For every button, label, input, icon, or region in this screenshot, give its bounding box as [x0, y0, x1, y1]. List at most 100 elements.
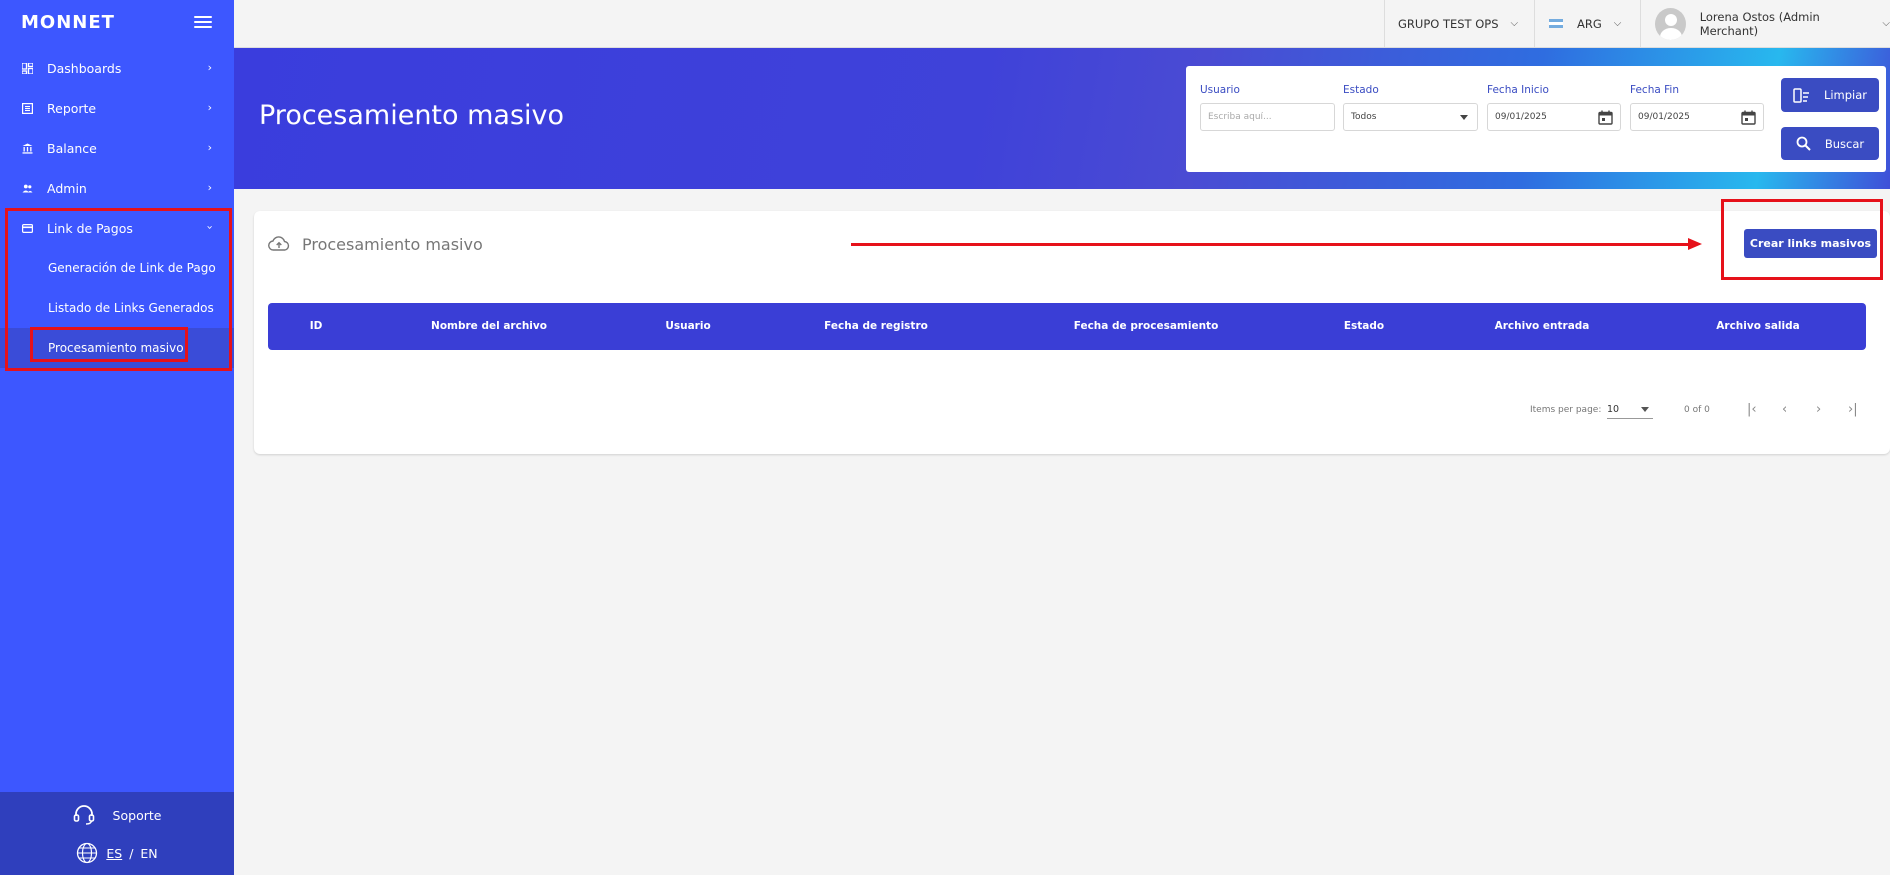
card-icon	[22, 223, 33, 234]
column-header-id[interactable]: ID	[310, 320, 323, 332]
sidebar-subitem-label: Listado de Links Generados	[48, 301, 214, 315]
estado-label: Estado	[1343, 84, 1379, 96]
user-name: Lorena Ostos (Admin Merchant)	[1699, 9, 1820, 38]
sidebar-subitem-generacion-link[interactable]: Generación de Link de Pago	[0, 248, 234, 288]
sidebar-item-label: Reporte	[47, 100, 97, 116]
sidebar-item-reporte[interactable]: Reporte ›	[0, 88, 234, 128]
items-per-page-select[interactable]: 10	[1607, 399, 1653, 419]
card-title: Procesamiento masivo	[302, 235, 483, 254]
logo: MONNET	[21, 11, 115, 33]
topbar: GRUPO TEST OPS ⌵ ARG ⌵ Lorena Ostos (Adm…	[234, 0, 1890, 48]
headset-icon	[73, 805, 94, 825]
chevron-right-icon: ›	[207, 101, 212, 114]
bank-icon	[22, 143, 33, 154]
first-page-icon[interactable]: |‹	[1747, 402, 1757, 417]
support-link[interactable]: Soporte	[0, 795, 234, 835]
group-label: GRUPO TEST OPS	[1398, 16, 1499, 31]
dropdown-caret-icon	[1641, 407, 1649, 412]
sidebar-subitem-listado-links[interactable]: Listado de Links Generados	[0, 288, 234, 328]
fecha-fin-field[interactable]: 09/01/2025	[1630, 103, 1764, 131]
filter-panel: Usuario Estado Todos Fecha Inicio 09/01/…	[1186, 66, 1886, 172]
menu-toggle-icon[interactable]	[194, 16, 212, 28]
chevron-right-icon: ›	[207, 61, 212, 74]
sidebar-footer: Soporte ES / EN	[0, 792, 234, 875]
estado-value: Todos	[1351, 112, 1377, 122]
fecha-inicio-label: Fecha Inicio	[1487, 84, 1549, 96]
fecha-fin-value: 09/01/2025	[1638, 112, 1690, 122]
column-header-estado[interactable]: Estado	[1344, 320, 1384, 332]
buscar-button[interactable]: Buscar	[1781, 127, 1879, 160]
lang-separator: /	[129, 845, 134, 861]
sidebar-item-balance[interactable]: Balance ›	[0, 128, 234, 168]
group-selector[interactable]: GRUPO TEST OPS ⌵	[1384, 0, 1534, 47]
fecha-inicio-value: 09/01/2025	[1495, 112, 1547, 122]
country-selector[interactable]: ARG ⌵	[1534, 0, 1640, 47]
sidebar-item-link-de-pagos[interactable]: Link de Pagos ›	[0, 208, 234, 248]
support-label: Soporte	[112, 807, 162, 823]
items-per-page-value: 10	[1607, 404, 1620, 415]
column-header-archivo-salida[interactable]: Archivo salida	[1716, 320, 1799, 332]
cloud-upload-icon	[268, 236, 290, 251]
sidebar-subitem-label: Procesamiento masivo	[48, 341, 184, 355]
chevron-down-icon: ›	[203, 225, 217, 230]
sidebar-item-label: Balance	[47, 140, 97, 156]
estado-select[interactable]: Todos	[1343, 103, 1478, 131]
limpiar-label: Limpiar	[1823, 88, 1868, 102]
pagination-range: 0 of 0	[1684, 405, 1710, 415]
chevron-down-icon: ⌵	[1613, 18, 1622, 29]
sidebar-subitem-label: Generación de Link de Pago	[48, 261, 216, 275]
annotation-arrow-line	[851, 243, 1693, 246]
next-page-icon[interactable]: ›	[1816, 402, 1821, 417]
crear-links-masivos-button[interactable]: Crear links masivos	[1744, 229, 1877, 258]
sidebar-nav: Dashboards › Reporte › Balance › Admin ›	[0, 48, 234, 368]
usuario-input[interactable]	[1208, 112, 1334, 122]
lang-en-link[interactable]: EN	[140, 846, 157, 861]
page-title: Procesamiento masivo	[259, 100, 565, 131]
fecha-inicio-field[interactable]: 09/01/2025	[1487, 103, 1621, 131]
table-header: ID Nombre del archivo Usuario Fecha de r…	[268, 303, 1866, 350]
sidebar: MONNET Dashboards › Reporte › Balance ›	[0, 0, 234, 875]
lang-es-link[interactable]: ES	[106, 846, 122, 861]
sidebar-item-label: Dashboards	[47, 60, 122, 76]
dropdown-caret-icon	[1460, 115, 1468, 120]
clear-filter-icon	[1793, 87, 1809, 103]
sidebar-item-label: Link de Pagos	[47, 220, 133, 236]
fecha-fin-label: Fecha Fin	[1630, 84, 1679, 96]
column-header-nombre-archivo[interactable]: Nombre del archivo	[431, 320, 547, 332]
limpiar-button[interactable]: Limpiar	[1781, 78, 1879, 112]
sidebar-item-dashboards[interactable]: Dashboards ›	[0, 48, 234, 88]
last-page-icon[interactable]: ›|	[1848, 402, 1858, 417]
users-icon	[22, 183, 33, 194]
chevron-right-icon: ›	[207, 181, 212, 194]
previous-page-icon[interactable]: ‹	[1782, 402, 1787, 417]
items-per-page-label: Items per page:	[1530, 405, 1602, 415]
usuario-label: Usuario	[1200, 84, 1240, 96]
page-header-banner: Procesamiento masivo Usuario Estado Todo…	[234, 48, 1890, 189]
column-header-fecha-registro[interactable]: Fecha de registro	[824, 320, 928, 332]
calendar-icon[interactable]	[1598, 110, 1613, 125]
sidebar-item-label: Admin	[47, 180, 87, 196]
report-icon	[22, 102, 33, 114]
column-header-fecha-procesamiento[interactable]: Fecha de procesamiento	[1074, 320, 1219, 332]
sidebar-item-admin[interactable]: Admin ›	[0, 168, 234, 208]
country-label: ARG	[1577, 16, 1602, 31]
chevron-down-icon: ⌵	[1882, 18, 1890, 29]
procesamiento-card: Procesamiento masivo Crear links masivos…	[254, 199, 1890, 454]
column-header-usuario[interactable]: Usuario	[665, 320, 710, 332]
brand-bar: MONNET	[0, 0, 234, 44]
avatar	[1655, 7, 1686, 40]
globe-icon	[76, 842, 98, 864]
usuario-input-wrapper	[1200, 103, 1335, 131]
flag-icon	[1549, 19, 1563, 28]
language-switcher: ES / EN	[0, 835, 234, 871]
search-icon	[1796, 136, 1811, 151]
calendar-icon[interactable]	[1741, 110, 1756, 125]
column-header-archivo-entrada[interactable]: Archivo entrada	[1495, 320, 1590, 332]
chevron-down-icon: ⌵	[1510, 18, 1519, 29]
chevron-right-icon: ›	[207, 141, 212, 154]
sidebar-subitem-procesamiento-masivo[interactable]: Procesamiento masivo	[0, 328, 234, 368]
annotation-arrow-head	[1688, 238, 1702, 250]
user-menu[interactable]: Lorena Ostos (Admin Merchant) ⌵	[1640, 0, 1890, 47]
buscar-label: Buscar	[1824, 136, 1865, 151]
dashboard-icon	[22, 62, 33, 74]
